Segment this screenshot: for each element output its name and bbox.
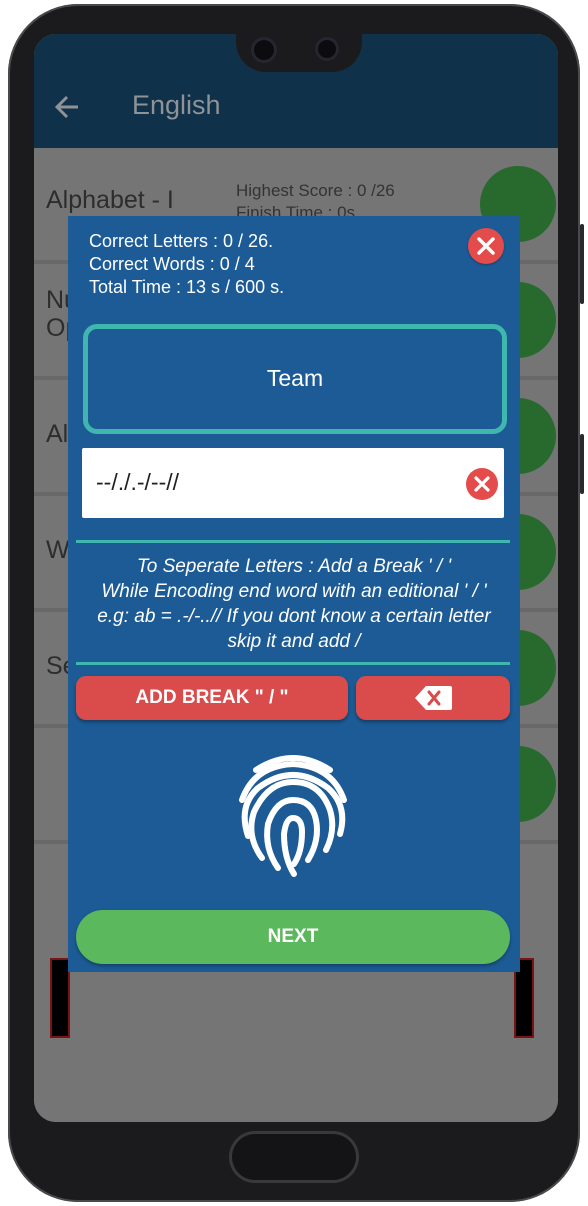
list-item-label: Alphabet - I (46, 186, 174, 214)
page-title: English (132, 90, 221, 120)
list-item-label: W (46, 536, 70, 564)
clear-icon (474, 476, 490, 492)
highest-score: Highest Score : 0 /26 (236, 181, 395, 200)
ad-banner-left (52, 960, 68, 1036)
instructions: To Seperate Letters : Add a Break ' / ' … (72, 554, 516, 654)
volume-button (580, 224, 584, 304)
instruction-line: skip it and add / (227, 631, 361, 652)
correct-words: Correct Words : 0 / 4 (89, 254, 255, 274)
stats: Correct Letters : 0 / 26. Correct Words … (89, 230, 284, 299)
close-icon (477, 237, 495, 255)
home-button[interactable] (232, 1134, 356, 1180)
correct-letters: Correct Letters : 0 / 26. (89, 231, 274, 251)
backspace-button[interactable] (356, 676, 510, 720)
back-arrow-icon[interactable] (54, 94, 80, 120)
instruction-line: While Encoding end word with an editiona… (101, 581, 487, 602)
next-button[interactable]: NEXT (76, 910, 510, 964)
instruction-line: To Seperate Letters : Add a Break ' / ' (136, 556, 452, 577)
backspace-icon (415, 686, 452, 710)
notch (236, 34, 362, 72)
divider-bottom (76, 662, 510, 665)
fingerprint-icon[interactable] (234, 750, 352, 878)
instruction-line: e.g: ab = .-/-..// If you dont know a ce… (97, 606, 491, 627)
list-item-label: Al (46, 420, 69, 448)
divider-top (76, 540, 510, 543)
power-button (580, 434, 584, 494)
morse-input[interactable]: --/./.-/--// (82, 448, 504, 518)
target-word-box: Team (83, 324, 507, 434)
total-time: Total Time : 13 s / 600 s. (89, 277, 285, 297)
morse-input-value: --/./.-/--// (96, 469, 180, 495)
target-word: Team (266, 365, 324, 391)
add-break-button[interactable]: ADD BREAK " / " (76, 676, 348, 720)
camera-icon (318, 40, 336, 58)
close-button[interactable] (468, 228, 504, 264)
quiz-dialog: Correct Letters : 0 / 26. Correct Words … (68, 216, 520, 972)
clear-input-button[interactable] (466, 468, 498, 500)
speaker-icon (254, 40, 274, 60)
